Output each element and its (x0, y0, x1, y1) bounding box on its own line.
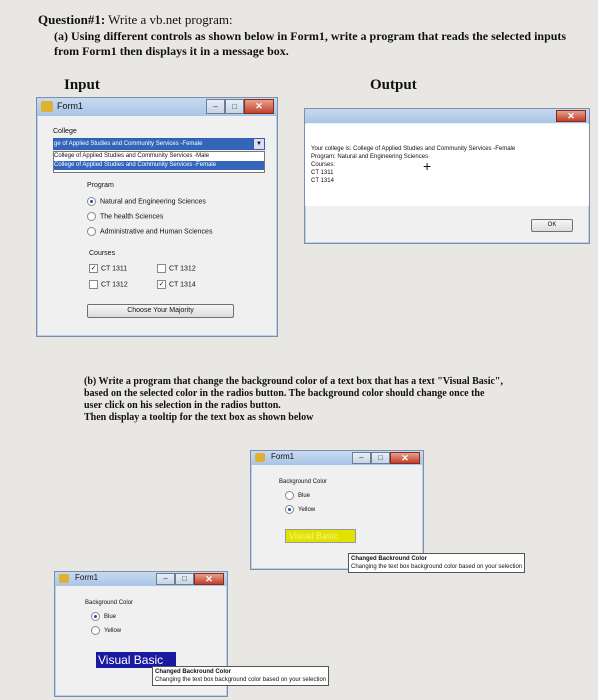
part-b-line: Then display a tooltip for the text box … (84, 412, 314, 423)
minimize-icon[interactable]: – (352, 452, 371, 464)
college-option[interactable]: College of Applied Studies and Community… (54, 161, 264, 170)
tooltip: Changed Backround Color Changing the tex… (152, 666, 330, 686)
tooltip-text: Changing the text box background color b… (351, 564, 523, 570)
question-number: Question#1: (38, 12, 106, 27)
form-b-yellow-window: Form1 – □ ✕ Background Color Blue Yellow V… (250, 450, 424, 570)
checkbox-icon (157, 264, 166, 273)
minimize-icon[interactable]: – (206, 99, 225, 114)
program-option-label: Administrative and Human Sciences (100, 228, 213, 236)
message-box-titlebar[interactable]: ✕ (305, 109, 589, 123)
minimize-icon[interactable]: – (156, 573, 175, 585)
radio-icon (285, 505, 294, 514)
tooltip: Changed Backround Color Changing the tex… (348, 553, 526, 573)
college-option[interactable]: College of Applied Studies and Community… (54, 152, 264, 161)
form-b-title: Form1 (75, 573, 99, 582)
radio-icon (91, 612, 100, 621)
message-program: Program: Natural and Engineering Science… (311, 154, 429, 160)
program-radio-2[interactable]: The health Sciences (87, 212, 163, 221)
maximize-icon[interactable]: □ (225, 99, 244, 114)
form-icon (41, 101, 53, 112)
course-checkbox-1[interactable]: ✓ CT 1311 (89, 264, 127, 273)
program-label: Program (87, 182, 114, 189)
radio-label: Yellow (104, 628, 122, 635)
radio-label: Blue (104, 614, 117, 621)
college-label: College (53, 128, 77, 135)
close-icon[interactable]: ✕ (194, 573, 224, 585)
college-selected: ge of Applied Studies and Community Serv… (54, 141, 203, 147)
background-color-label: Background Color (279, 479, 328, 485)
tooltip-title: Changed Backround Color (351, 556, 428, 562)
course-label: CT 1311 (101, 265, 128, 273)
choose-majority-button[interactable]: Choose Your Majority (87, 304, 234, 318)
courses-label: Courses (89, 250, 116, 257)
course-checkbox-2[interactable]: CT 1312 (157, 264, 196, 273)
close-icon[interactable]: ✕ (556, 110, 586, 122)
radio-icon (87, 197, 96, 206)
yellow-radio[interactable]: Yellow (91, 626, 121, 635)
college-combobox[interactable]: ge of Applied Studies and Community Serv… (53, 138, 255, 150)
input-header: Input (64, 77, 100, 93)
yellow-radio[interactable]: Yellow (285, 505, 315, 514)
checkbox-checked-icon: ✓ (157, 280, 166, 289)
radio-icon (87, 227, 96, 236)
blue-radio[interactable]: Blue (285, 491, 310, 500)
chevron-down-icon[interactable]: ▼ (253, 138, 265, 150)
maximize-icon[interactable]: □ (371, 452, 390, 464)
form-icon (59, 574, 69, 583)
output-header: Output (370, 77, 417, 93)
checkbox-checked-icon: ✓ (89, 264, 98, 273)
blue-radio[interactable]: Blue (91, 612, 116, 621)
radio-label: Yellow (298, 507, 316, 514)
cursor-crosshair-icon: + (423, 158, 432, 174)
part-b-line: (b) Write a program that change the back… (84, 376, 503, 387)
program-option-label: Natural and Engineering Sciences (100, 198, 206, 206)
maximize-icon[interactable]: □ (175, 573, 194, 585)
course-label: CT 1314 (169, 281, 196, 289)
message-course: CT 1311 (311, 170, 334, 176)
radio-icon (91, 626, 100, 635)
college-dropdown-list: College of Applied Studies and Community… (53, 151, 265, 173)
message-text: Your college is: College of Applied Stud… (311, 145, 515, 185)
tooltip-text: Changing the text box background color b… (155, 677, 327, 683)
checkbox-icon (89, 280, 98, 289)
close-icon[interactable]: ✕ (244, 99, 274, 114)
question-title: Question#1: Write a vb.net program: (38, 12, 233, 28)
part-b-line: based on the selected color in the radio… (84, 388, 485, 399)
close-icon[interactable]: ✕ (390, 452, 420, 464)
tooltip-title: Changed Backround Color (155, 669, 232, 675)
message-college: Your college is: College of Applied Stud… (311, 146, 516, 152)
radio-label: Blue (298, 493, 311, 500)
part-b-line: user click on his selection in the radio… (84, 400, 281, 411)
part-a-text: (a) Using different controls as shown be… (54, 29, 567, 58)
form-b-titlebar[interactable]: Form1 – □ ✕ (55, 572, 227, 586)
background-color-label: Background Color (85, 600, 134, 606)
form-b-title: Form1 (271, 452, 295, 461)
form1-title: Form1 (57, 101, 84, 111)
form-icon (255, 453, 265, 462)
ok-button[interactable]: OK (531, 219, 573, 232)
program-radio-1[interactable]: Natural and Engineering Sciences (87, 197, 206, 206)
question-intro: Write a vb.net program: (105, 12, 233, 27)
form1-window: Form1 – □ ✕ College ge of Applied Studies … (36, 97, 278, 337)
course-checkbox-3[interactable]: CT 1312 (89, 280, 128, 289)
course-checkbox-4[interactable]: ✓ CT 1314 (157, 280, 196, 289)
course-label: CT 1312 (169, 265, 196, 273)
form-b-titlebar[interactable]: Form1 – □ ✕ (251, 451, 423, 465)
program-radio-3[interactable]: Administrative and Human Sciences (87, 227, 212, 236)
message-box: ✕ Your college is: College of Applied St… (304, 108, 590, 244)
program-option-label: The health Sciences (100, 213, 164, 221)
course-label: CT 1312 (101, 281, 128, 289)
visual-basic-textbox[interactable]: Visual Basic (285, 529, 356, 543)
message-course: CT 1314 (311, 178, 334, 184)
message-courses-label: Courses: (311, 162, 336, 168)
part-b-text: (b) Write a program that change the back… (84, 376, 564, 424)
form1-titlebar[interactable]: Form1 – □ ✕ (37, 98, 277, 116)
radio-icon (285, 491, 294, 500)
radio-icon (87, 212, 96, 221)
